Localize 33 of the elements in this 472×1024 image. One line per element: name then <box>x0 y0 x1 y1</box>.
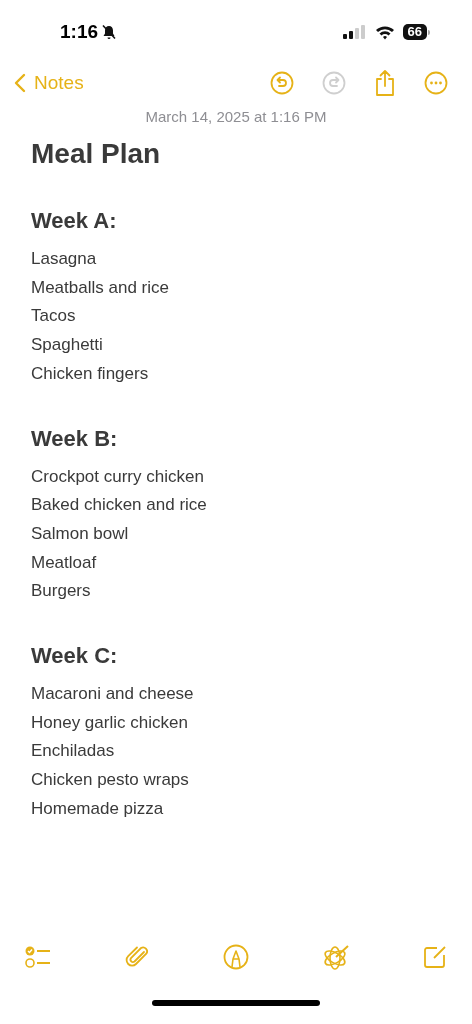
share-icon[interactable] <box>374 69 396 97</box>
pen-tip-icon[interactable] <box>223 944 249 970</box>
compose-icon[interactable] <box>422 944 448 970</box>
meal-item: Chicken fingers <box>31 362 149 385</box>
back-button[interactable]: Notes <box>14 68 84 98</box>
meal-item: Spaghetti <box>31 334 103 357</box>
note-date: March 14, 2025 at 1:16 PM <box>145 108 327 125</box>
section-heading: Week B: <box>31 424 118 453</box>
meal-item: Meatballs and rice <box>31 276 169 299</box>
signal-icon <box>342 25 367 39</box>
section-heading: Week A: <box>31 207 117 235</box>
meal-item: Meatloaf <box>31 551 97 574</box>
meal-item: Macaroni and cheese <box>31 683 194 706</box>
section-heading: Week C: <box>31 642 118 671</box>
meal-item: Baked chicken and rice <box>31 494 207 517</box>
meal-item: Homemade pizza <box>31 797 164 820</box>
meal-item: Salmon bowl <box>31 522 129 545</box>
more-icon[interactable] <box>424 71 448 95</box>
meal-item: Crockpot curry chicken <box>31 465 204 488</box>
meal-item: Burgers <box>31 580 91 603</box>
note-title: Meal Plan <box>31 137 161 171</box>
chevron-left-icon <box>14 73 26 93</box>
battery-indicator: 66 <box>402 24 427 40</box>
undo-icon[interactable] <box>270 71 294 95</box>
meal-item: Enchiladas <box>31 740 115 763</box>
meal-item: Chicken pesto wraps <box>31 769 189 792</box>
wifi-icon <box>374 24 395 40</box>
meal-item: Tacos <box>31 305 76 328</box>
status-time: 1:16 <box>60 19 99 44</box>
meal-item: Honey garlic chicken <box>31 711 188 734</box>
atom-pencil-icon[interactable] <box>321 943 350 971</box>
checklist-icon[interactable] <box>24 945 52 969</box>
meal-item: Lasagna <box>31 248 97 270</box>
